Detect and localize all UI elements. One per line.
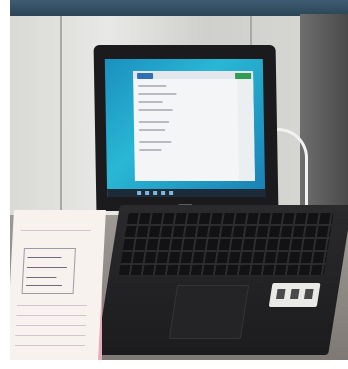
ruled-line (16, 305, 87, 306)
product-sticker (268, 283, 321, 307)
app-logo-icon (137, 73, 154, 79)
ruled-line (16, 315, 87, 316)
form-line (139, 149, 162, 151)
app-window (133, 71, 255, 181)
form-line (139, 129, 166, 131)
ruled-line (15, 325, 86, 326)
form-line (138, 109, 173, 111)
taskbar-icon (161, 191, 166, 195)
notebook (6, 210, 106, 360)
form-line (138, 85, 167, 87)
form-line (138, 93, 177, 95)
form-line (138, 101, 163, 103)
taskbar-icon (169, 191, 174, 195)
taskbar-icon (145, 191, 150, 195)
handwriting (26, 267, 67, 268)
image-margin (0, 0, 10, 369)
ruled-line (14, 345, 85, 346)
handwriting (26, 277, 57, 278)
handwriting (25, 285, 62, 286)
ruled-line (20, 230, 91, 231)
taskbar (107, 189, 266, 197)
laptop-base (96, 205, 348, 355)
laptop-lid (93, 45, 279, 211)
form-line (139, 141, 172, 143)
form-line (138, 121, 169, 123)
touchpad (168, 285, 250, 339)
sticker-logo-icon (289, 289, 300, 299)
ruled-line (15, 335, 86, 336)
taskbar-icon (153, 191, 158, 195)
image-margin (0, 360, 348, 369)
top-band (10, 0, 348, 16)
sticker-logo-icon (275, 289, 286, 299)
keyboard-rows (118, 213, 334, 275)
photo-scene (0, 0, 348, 369)
window-side-panel (237, 79, 255, 181)
handwritten-note-box (21, 248, 76, 294)
taskbar-icon (137, 191, 142, 195)
laptop-screen (104, 59, 266, 197)
handwriting (27, 257, 62, 258)
sticker-logo-icon (303, 289, 314, 299)
